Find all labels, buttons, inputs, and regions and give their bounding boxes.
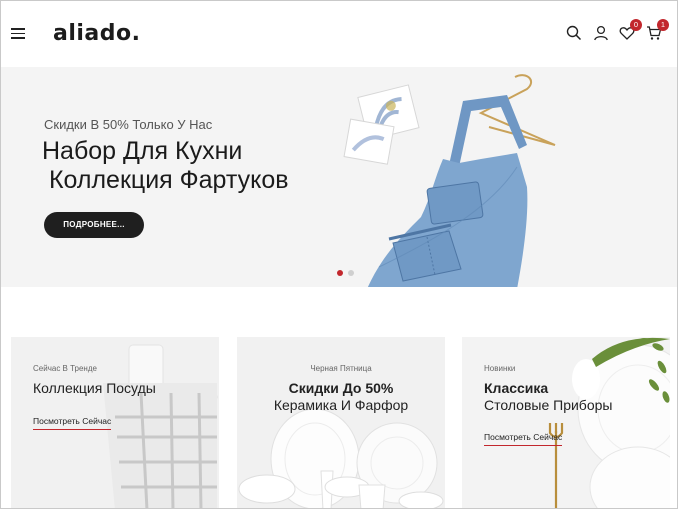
card-subtitle: Столовые Приборы xyxy=(484,397,613,413)
user-icon[interactable] xyxy=(593,25,609,41)
wishlist-count-badge: 0 xyxy=(630,19,642,31)
menu-icon[interactable] xyxy=(11,28,25,39)
hero-title-line-1: Набор Для Кухни xyxy=(42,137,243,165)
card-title: Коллекция Посуды xyxy=(33,380,156,396)
hero-slider-dots xyxy=(337,270,354,276)
apron-image xyxy=(343,74,556,287)
hero-more-button[interactable]: ПОДРОБНЕЕ... xyxy=(44,212,144,238)
wishlist-button[interactable]: 0 xyxy=(619,19,642,41)
card-view-now-link[interactable]: Посмотреть Сейчас xyxy=(33,416,112,430)
slider-dot-1[interactable] xyxy=(337,270,343,276)
ceramics-image xyxy=(238,408,444,508)
card-title: Классика xyxy=(484,380,549,396)
cutlery-image xyxy=(548,337,670,508)
hero-banner: Скидки В 50% Только У Нас Набор Для Кухн… xyxy=(1,67,677,287)
page-frame: aliado. 0 1 Скидки В 50% Только У Нас На… xyxy=(0,0,678,509)
hero-title: Набор Для Кухни Коллекция Фартуков xyxy=(42,137,289,195)
cart-count-badge: 1 xyxy=(657,19,669,31)
hero-subtitle: Скидки В 50% Только У Нас xyxy=(44,117,213,132)
card-subtitle: Керамика И Фарфор xyxy=(273,397,409,413)
category-card-ceramics[interactable]: Черная Пятница Скидки До 50% Керамика И … xyxy=(237,337,445,508)
search-icon[interactable] xyxy=(566,25,582,41)
cart-button[interactable]: 1 xyxy=(646,19,669,41)
card-eyebrow: Сейчас В Тренде xyxy=(33,364,97,373)
category-card-cutlery[interactable]: Новинки Классика Столовые Приборы Посмот… xyxy=(462,337,670,508)
card-title: Скидки До 50% xyxy=(288,380,394,396)
card-eyebrow: Новинки xyxy=(484,364,516,373)
card-eyebrow: Черная Пятница xyxy=(310,364,372,373)
site-logo[interactable]: aliado. xyxy=(53,21,141,46)
site-header: aliado. 0 1 xyxy=(1,1,677,67)
hero-title-line-2: Коллекция Фартуков xyxy=(42,166,289,194)
category-card-dishware[interactable]: Сейчас В Тренде Коллекция Посуды Посмотр… xyxy=(11,337,219,508)
card-view-now-link[interactable]: Посмотреть Сейчас xyxy=(484,432,563,446)
slider-dot-2[interactable] xyxy=(348,270,354,276)
